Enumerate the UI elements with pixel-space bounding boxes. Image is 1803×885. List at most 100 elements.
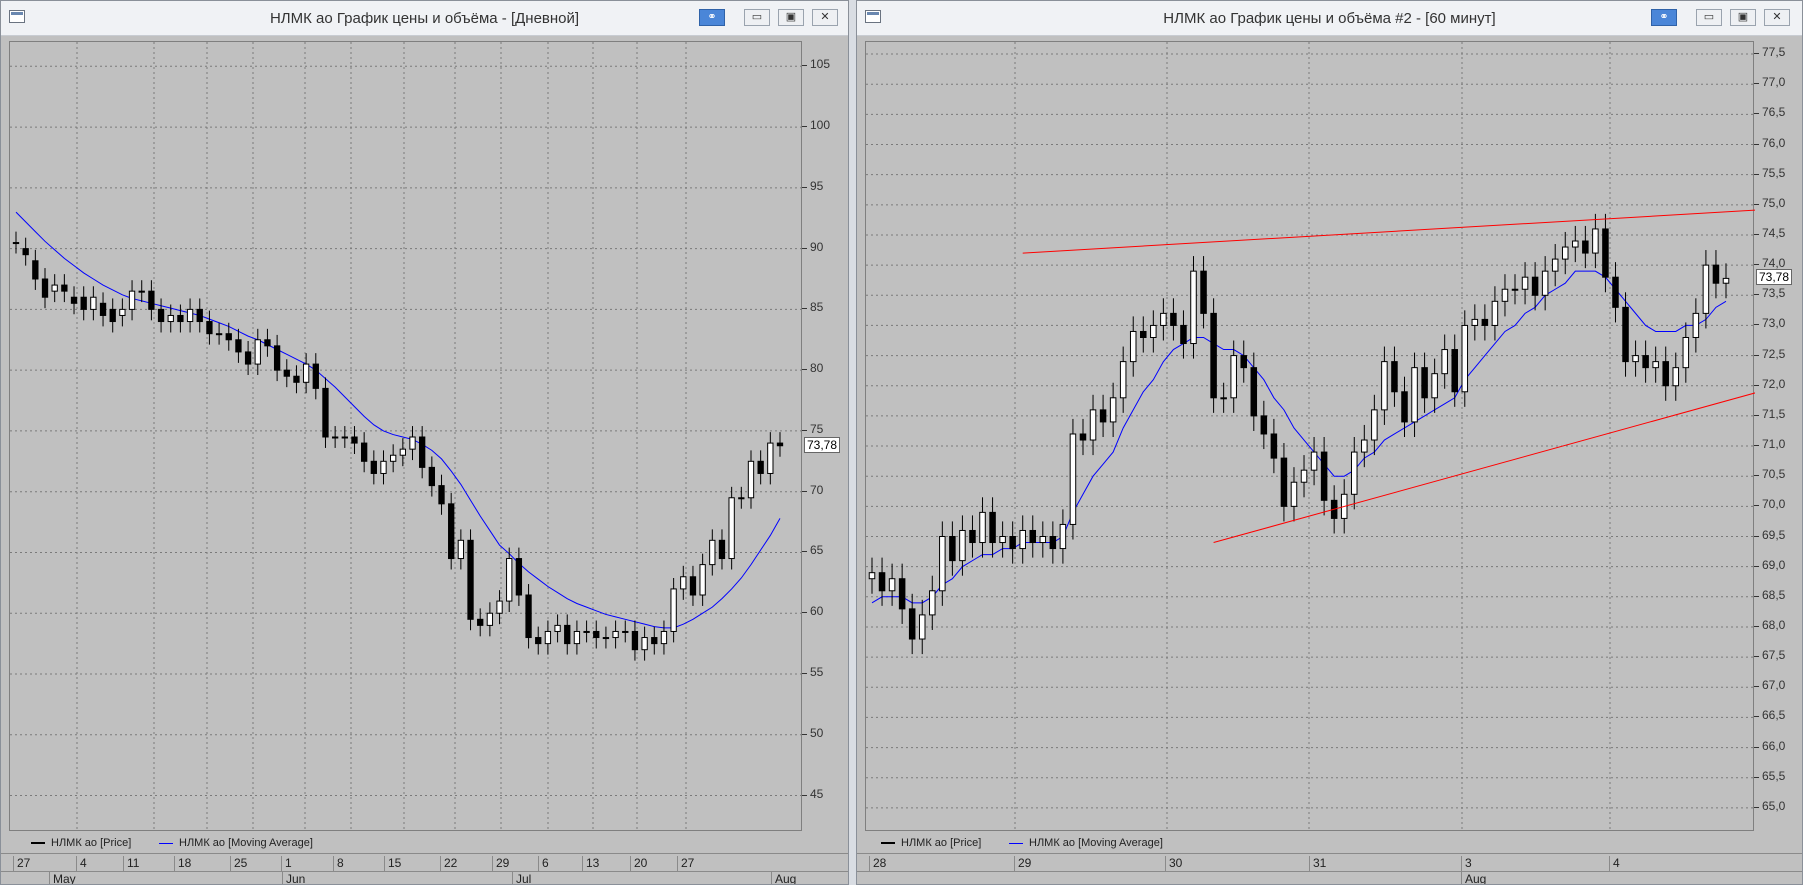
y-tick-mark	[802, 247, 807, 249]
candle	[525, 594, 532, 639]
y-tick-mark	[802, 308, 807, 310]
candle	[969, 529, 976, 544]
x-month-label: Aug	[1461, 872, 1486, 884]
candle	[564, 624, 571, 645]
candle	[767, 442, 774, 474]
minimize-button[interactable]: ▭	[744, 9, 770, 26]
link-icon: ⚭	[707, 11, 717, 23]
link-button[interactable]: ⚭	[699, 9, 725, 26]
candle	[1632, 355, 1639, 363]
candle	[477, 618, 484, 626]
link-icon: ⚭	[1659, 11, 1669, 23]
candle	[1200, 270, 1207, 314]
titlebar[interactable]: НЛМК ао График цены и объёма - [Дневной]…	[1, 1, 848, 36]
candle	[273, 345, 281, 371]
candle	[660, 630, 668, 645]
legend-ma: НЛМК ао [Moving Average]	[159, 837, 313, 849]
candle	[1561, 246, 1569, 260]
daily-chart-window[interactable]: НЛМК ао График цены и объёма - [Дневной]…	[0, 0, 849, 885]
candle	[1119, 361, 1127, 399]
candle	[331, 436, 339, 439]
candle	[1381, 361, 1388, 411]
candle	[918, 614, 926, 640]
close-button[interactable]: ✕	[1764, 9, 1790, 26]
y-tick-label: 74,0	[1762, 256, 1786, 271]
candle	[1572, 240, 1579, 248]
x-month-label: May	[49, 872, 76, 884]
candle	[1451, 349, 1458, 393]
price-axis[interactable]: 65,0 65,5 66,0 66,5 67,0 67,5 68,0 68,5 69,0 69,5…	[1754, 41, 1802, 831]
candle	[457, 539, 465, 560]
price-chart-area[interactable]	[865, 41, 1755, 832]
candle	[206, 321, 213, 335]
y-tick-mark	[1754, 143, 1759, 145]
restore-button[interactable]: ▣	[1730, 9, 1756, 26]
y-tick-label: 90	[810, 239, 824, 254]
link-button[interactable]: ⚭	[1651, 9, 1677, 26]
y-tick-label: 72,0	[1762, 376, 1786, 391]
candle	[1501, 288, 1509, 302]
y-tick-label: 74,5	[1762, 225, 1786, 240]
y-tick-label: 105	[810, 57, 831, 72]
candle	[467, 539, 474, 620]
y-tick-mark	[1754, 625, 1759, 627]
y-tick-mark	[802, 733, 807, 735]
candle	[999, 536, 1006, 544]
y-tick-label: 76,5	[1762, 105, 1786, 120]
candle	[264, 339, 271, 347]
y-tick-label: 100	[810, 118, 831, 133]
candle	[1692, 312, 1700, 338]
y-tick-label: 66,0	[1762, 738, 1786, 753]
candle	[554, 624, 561, 632]
candle	[1401, 391, 1408, 423]
candle	[293, 375, 300, 383]
x-tick-label: 11	[123, 856, 139, 871]
x-tick-label: 4	[76, 856, 87, 871]
x-tick-label: 3	[1461, 856, 1472, 871]
legend-price: НЛМК ао [Price]	[31, 837, 131, 849]
candle	[409, 436, 416, 450]
hourly-chart-window[interactable]: НЛМК ао График цены и объёма #2 - [60 ми…	[856, 0, 1803, 885]
time-axis[interactable]: 28 29 30 31 3 4 Aug	[857, 853, 1802, 884]
y-tick-mark	[802, 186, 807, 188]
candle	[1109, 397, 1117, 423]
time-axis[interactable]: 27 4 11 18 25 1 8 15 22 29 6 13 20 27 May Jun Jul Aug	[1, 853, 848, 884]
y-tick-mark	[802, 429, 807, 431]
candle	[908, 608, 916, 640]
candle	[631, 630, 639, 651]
candle	[929, 590, 936, 616]
candle	[109, 308, 116, 323]
x-tick-label: 20	[630, 856, 647, 871]
candle	[448, 503, 455, 560]
candle	[1511, 288, 1519, 291]
price-chart-area[interactable]	[9, 41, 803, 832]
candle	[90, 296, 97, 310]
price-axis[interactable]: 45 50 55 60 65 70 75 80 85 90 95 100 105 73,78	[802, 41, 848, 831]
x-tick-label: 28	[869, 856, 886, 871]
y-tick-label: 45	[810, 786, 824, 801]
candle	[1481, 318, 1489, 326]
y-tick-label: 75,5	[1762, 165, 1786, 180]
candle	[1371, 409, 1378, 441]
y-tick-label: 77,5	[1762, 45, 1786, 60]
y-tick-mark	[802, 794, 807, 796]
y-tick-mark	[1754, 806, 1759, 808]
y-tick-mark	[1754, 113, 1759, 115]
candle	[888, 578, 896, 592]
x-tick-label: 8	[333, 856, 344, 871]
candle	[1471, 318, 1479, 326]
y-tick-label: 73,0	[1762, 316, 1786, 331]
y-tick-label: 66,5	[1762, 708, 1786, 723]
restore-button[interactable]: ▣	[778, 9, 804, 26]
candle	[128, 290, 136, 310]
legend-ma: НЛМК ао [Moving Average]	[1009, 837, 1163, 849]
y-tick-label: 75,0	[1762, 195, 1786, 210]
titlebar[interactable]: НЛМК ао График цены и объёма #2 - [60 ми…	[857, 1, 1802, 36]
minimize-button[interactable]: ▭	[1696, 9, 1722, 26]
hourly-candlestick-chart	[866, 42, 1755, 832]
candle	[1582, 240, 1589, 254]
close-button[interactable]: ✕	[812, 9, 838, 26]
candle	[12, 242, 20, 245]
candle	[868, 572, 876, 580]
candle	[419, 436, 426, 468]
